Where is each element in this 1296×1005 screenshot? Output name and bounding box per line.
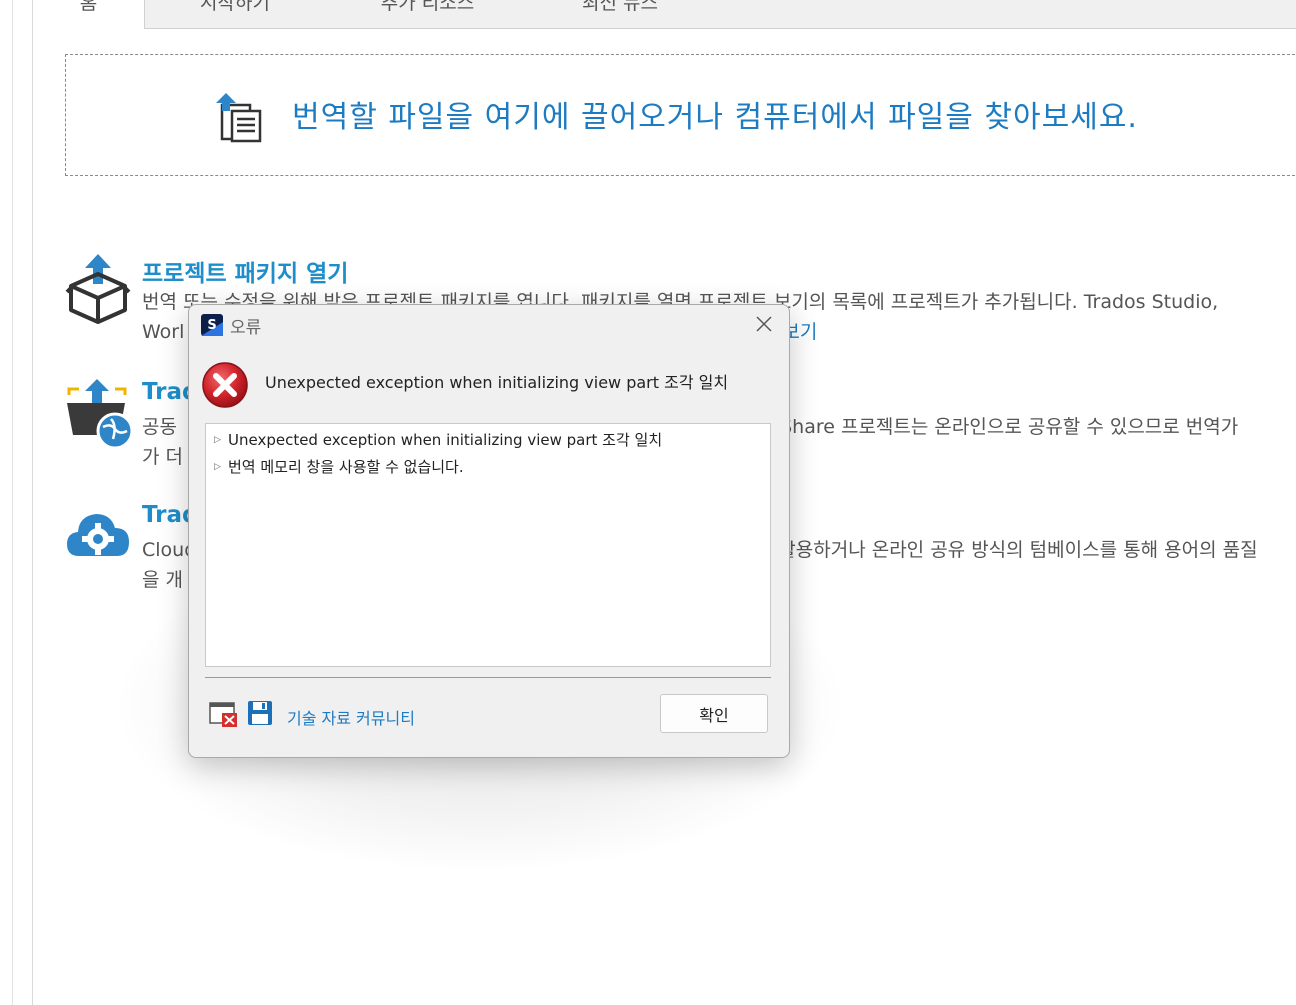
drop-zone-text: 번역할 파일을 여기에 끌어오거나 컴퓨터에서 파일을 찾아보세요. bbox=[292, 100, 1138, 135]
tree-item[interactable]: ▷ Unexpected exception when initializing… bbox=[214, 429, 662, 450]
error-dialog: S 오류 Unexpected exception when initializ… bbox=[188, 304, 790, 758]
tab-additional-resources[interactable]: 추가 리소스 bbox=[350, 0, 505, 29]
footer-divider bbox=[205, 677, 771, 678]
trados-app-icon: S bbox=[201, 314, 223, 336]
feature-title[interactable]: 프로젝트 패키지 열기 bbox=[142, 254, 348, 288]
save-icon[interactable] bbox=[247, 700, 273, 726]
left-gutter bbox=[0, 0, 33, 1005]
error-message: Unexpected exception when initializing v… bbox=[265, 373, 729, 392]
gutter-divider bbox=[32, 0, 33, 1005]
cloud-gear-icon bbox=[67, 514, 129, 556]
knowledge-base-link[interactable]: 기술 자료 커뮤니티 bbox=[287, 705, 415, 729]
package-open-icon bbox=[65, 254, 131, 324]
tab-latest-news[interactable]: 최신 뉴스 bbox=[555, 0, 685, 29]
close-icon[interactable] bbox=[753, 313, 775, 335]
dialog-title: 오류 bbox=[230, 317, 262, 338]
svg-text:S: S bbox=[207, 318, 216, 333]
dialog-titlebar: S 오류 bbox=[201, 313, 262, 338]
error-details-tree[interactable]: ▷ Unexpected exception when initializing… bbox=[205, 423, 771, 667]
tab-getting-started[interactable]: 시작하기 bbox=[160, 0, 310, 29]
tree-item[interactable]: ▷ 번역 메모리 창을 사용할 수 없습니다. bbox=[214, 456, 464, 477]
file-upload-icon bbox=[216, 93, 262, 143]
gutter-divider bbox=[12, 0, 13, 1005]
groupshare-globe-icon bbox=[67, 379, 134, 449]
tab-strip bbox=[144, 0, 1296, 29]
expand-arrow-icon[interactable]: ▷ bbox=[214, 462, 228, 472]
tab-home[interactable]: 홈 bbox=[33, 0, 145, 29]
error-icon bbox=[202, 362, 248, 408]
file-drop-zone[interactable]: 번역할 파일을 여기에 끌어오거나 컴퓨터에서 파일을 찾아보세요. bbox=[65, 54, 1296, 176]
expand-arrow-icon[interactable]: ▷ bbox=[214, 435, 228, 445]
ok-button[interactable]: 확인 bbox=[660, 694, 768, 733]
close-window-icon[interactable] bbox=[209, 702, 239, 728]
